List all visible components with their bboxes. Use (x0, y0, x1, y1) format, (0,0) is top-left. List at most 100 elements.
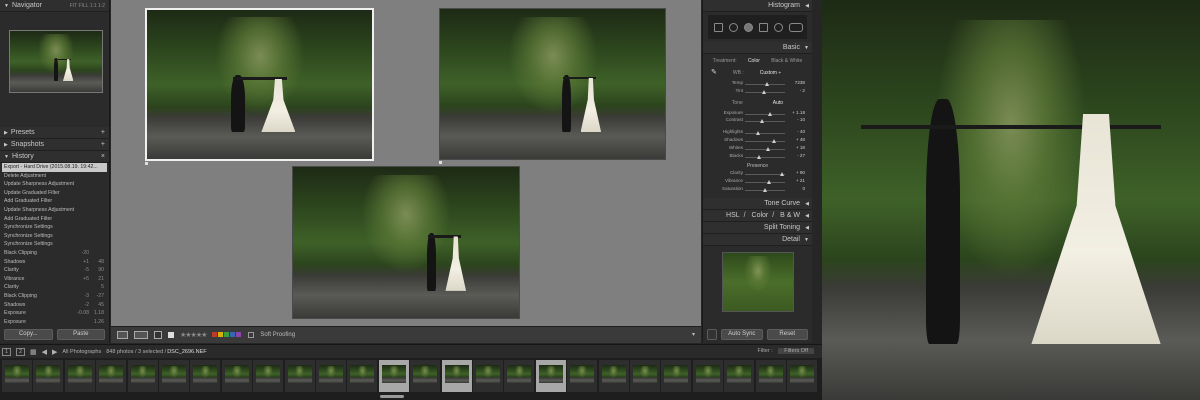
filmstrip-thumbnail[interactable] (190, 360, 221, 392)
slider-value[interactable]: 7238 (795, 80, 805, 85)
slider-value[interactable]: + 90 (796, 170, 805, 175)
presets-header[interactable]: ▶ Presets + (0, 127, 109, 139)
history-item[interactable]: Exposure -0.08 1.18 (2, 309, 107, 318)
color-label-swatch[interactable] (224, 331, 230, 337)
filmstrip-thumbnail[interactable] (159, 360, 189, 392)
slider-tint[interactable]: Tint - 2 (703, 88, 812, 96)
history-item[interactable]: Synchronize Settings (2, 232, 107, 241)
survey-view-icon[interactable] (154, 331, 162, 339)
soft-proofing-checkbox[interactable] (248, 332, 255, 338)
filmstrip-thumbnail[interactable] (724, 360, 755, 392)
history-item[interactable]: Synchronize Settings (2, 240, 107, 249)
slider-highlights[interactable]: Highlights - 40 (703, 129, 812, 137)
forward-arrow-icon[interactable]: ▶ (52, 348, 57, 356)
color-label-swatch[interactable] (230, 331, 236, 337)
slider-value[interactable]: + 48 (796, 137, 805, 142)
history-item[interactable]: Update Sharpness Adjustment (2, 206, 107, 215)
add-preset-icon[interactable]: + (101, 127, 105, 139)
filmstrip-thumbnail[interactable] (473, 360, 503, 392)
color-labels[interactable] (212, 331, 242, 339)
detail-header[interactable]: Detail ▼ (703, 233, 812, 246)
filmstrip-thumbnail[interactable] (253, 360, 284, 392)
slider-thumb[interactable] (771, 138, 776, 143)
filmstrip-thumbnail[interactable] (33, 360, 64, 392)
source-label[interactable]: All Photographs (62, 349, 101, 355)
filmstrip-thumbnail[interactable] (378, 360, 409, 392)
filmstrip-thumbnail[interactable] (2, 360, 32, 392)
slider-exposure[interactable]: Exposure + 1.18 (703, 110, 812, 118)
add-snapshot-icon[interactable]: + (101, 139, 105, 151)
filmstrip-thumbnail[interactable] (127, 360, 158, 392)
treatment-bw[interactable]: Black & White (771, 56, 802, 66)
basic-header[interactable]: Basic ▼ (703, 42, 812, 54)
survey-photo-3[interactable] (292, 166, 520, 319)
reset-button[interactable]: Reset (766, 329, 808, 340)
history-item[interactable]: Shadows +1 48 (2, 258, 107, 267)
snapshots-header[interactable]: ▶ Snapshots + (0, 139, 109, 151)
filmstrip-thumbnail[interactable] (221, 360, 252, 392)
history-item[interactable]: Export - Hard Drive (2015.08.19. 19:42..… (2, 163, 107, 172)
history-item[interactable]: Black Clipping -20 (2, 249, 107, 258)
filmstrip-thumbnail[interactable] (316, 360, 346, 392)
filmstrip-thumbnail[interactable] (96, 360, 127, 392)
filmstrip-thumbnail[interactable] (347, 360, 378, 392)
history-item[interactable]: Exposure 1.26 (2, 318, 107, 327)
slider-thumb[interactable] (759, 119, 764, 124)
paste-button[interactable]: Paste (56, 329, 105, 340)
filmstrip-thumbnail[interactable] (410, 360, 441, 392)
red-eye-icon[interactable] (744, 22, 753, 32)
slider-thumb[interactable] (767, 180, 771, 185)
slider-thumb[interactable] (779, 172, 784, 177)
filmstrip-thumbnail[interactable] (441, 360, 472, 392)
rating-stars[interactable]: ★★★★★ (180, 331, 207, 339)
history-header[interactable]: ▼ History × (0, 151, 109, 163)
history-item[interactable]: Shadows -2 45 (2, 301, 107, 310)
adjustment-brush-icon[interactable] (789, 22, 803, 32)
survey-photo-2[interactable] (439, 8, 666, 160)
copy-button[interactable]: Copy... (4, 329, 53, 340)
slider-value[interactable]: - 27 (797, 153, 805, 158)
filmstrip-thumbnail[interactable] (787, 360, 817, 392)
history-item[interactable]: Delete Adjustment (2, 172, 107, 181)
slider-track[interactable] (745, 133, 785, 135)
slider-thumb[interactable] (755, 131, 760, 136)
survey-photo-1[interactable] (145, 8, 374, 161)
slider-value[interactable]: + 1.18 (792, 110, 805, 115)
filmstrip-scrollbar[interactable] (380, 395, 404, 398)
slider-contrast[interactable]: Contrast - 10 (703, 117, 812, 125)
slider-track[interactable] (745, 156, 785, 158)
hsl-tab[interactable]: HSL (726, 212, 740, 219)
slider-shadows[interactable]: Shadows + 48 (703, 137, 812, 145)
slider-track[interactable] (745, 182, 785, 184)
slider-track[interactable] (745, 140, 785, 142)
radial-filter-icon[interactable] (774, 22, 783, 32)
eyedropper-icon[interactable]: ✎ (711, 68, 717, 78)
filmstrip-thumbnail[interactable] (504, 360, 535, 392)
detail-preview[interactable] (722, 251, 794, 312)
slider-value[interactable]: + 21 (796, 178, 805, 183)
loupe-view-icon[interactable] (117, 331, 128, 339)
slider-blacks[interactable]: Blacks - 27 (703, 153, 812, 161)
wb-dropdown[interactable]: Custom ÷ (760, 68, 781, 78)
filmstrip-thumbnail[interactable] (64, 360, 95, 392)
bw-tab[interactable]: B & W (780, 212, 800, 219)
slider-track[interactable] (745, 113, 785, 115)
slider-thumb[interactable] (765, 82, 769, 86)
page-1-button[interactable]: 1 (2, 347, 11, 356)
history-item[interactable]: Black Clipping -3 -27 (2, 292, 107, 301)
filmstrip-thumbnail[interactable] (284, 360, 315, 392)
clear-history-icon[interactable]: × (101, 151, 105, 163)
tone-auto-button[interactable]: Auto (773, 98, 783, 108)
compare-view-icon[interactable] (134, 331, 148, 339)
history-item[interactable]: Update Graduated Filter (2, 189, 107, 198)
slider-thumb[interactable] (763, 187, 767, 192)
filter-dropdown[interactable]: Filters Off (778, 348, 814, 354)
history-item[interactable]: Vibrance +5 21 (2, 275, 107, 284)
color-label-swatch[interactable] (218, 331, 224, 337)
current-file[interactable]: DSC_2696.NEF (167, 349, 206, 355)
tone-curve-header[interactable]: Tone Curve ◀ (703, 197, 812, 210)
page-2-button[interactable]: 2 (16, 347, 25, 356)
history-item[interactable]: Synchronize Settings (2, 223, 107, 232)
history-item[interactable]: Add Graduated Filter (2, 215, 107, 224)
slider-whites[interactable]: Whites + 18 (703, 145, 812, 153)
